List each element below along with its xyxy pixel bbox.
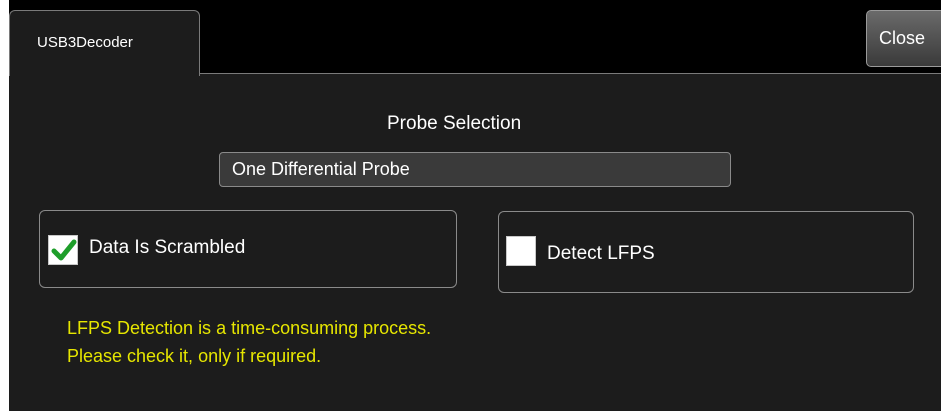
data-scrambled-label: Data Is Scrambled [89,237,246,258]
tab-label: USB3Decoder [37,34,133,51]
detect-lfps-label: Detect LFPS [547,243,655,264]
probe-selection-title: Probe Selection [387,113,522,134]
lfps-warning-line2: Please check it, only if required. [67,346,322,366]
close-button[interactable]: Close [866,10,941,67]
lfps-warning-line1: LFPS Detection is a time-consuming proce… [67,318,432,338]
tab-usb3decoder[interactable]: USB3Decoder [9,10,200,76]
detect-lfps-checkbox[interactable] [506,236,536,266]
probe-selection-dropdown[interactable]: One Differential Probe [219,152,731,187]
checkmark-icon [51,239,77,261]
tab-divider [200,73,941,74]
window-frame: USB3Decoder Close Probe Selection One Di… [0,0,941,411]
data-scrambled-checkbox[interactable] [48,235,78,265]
